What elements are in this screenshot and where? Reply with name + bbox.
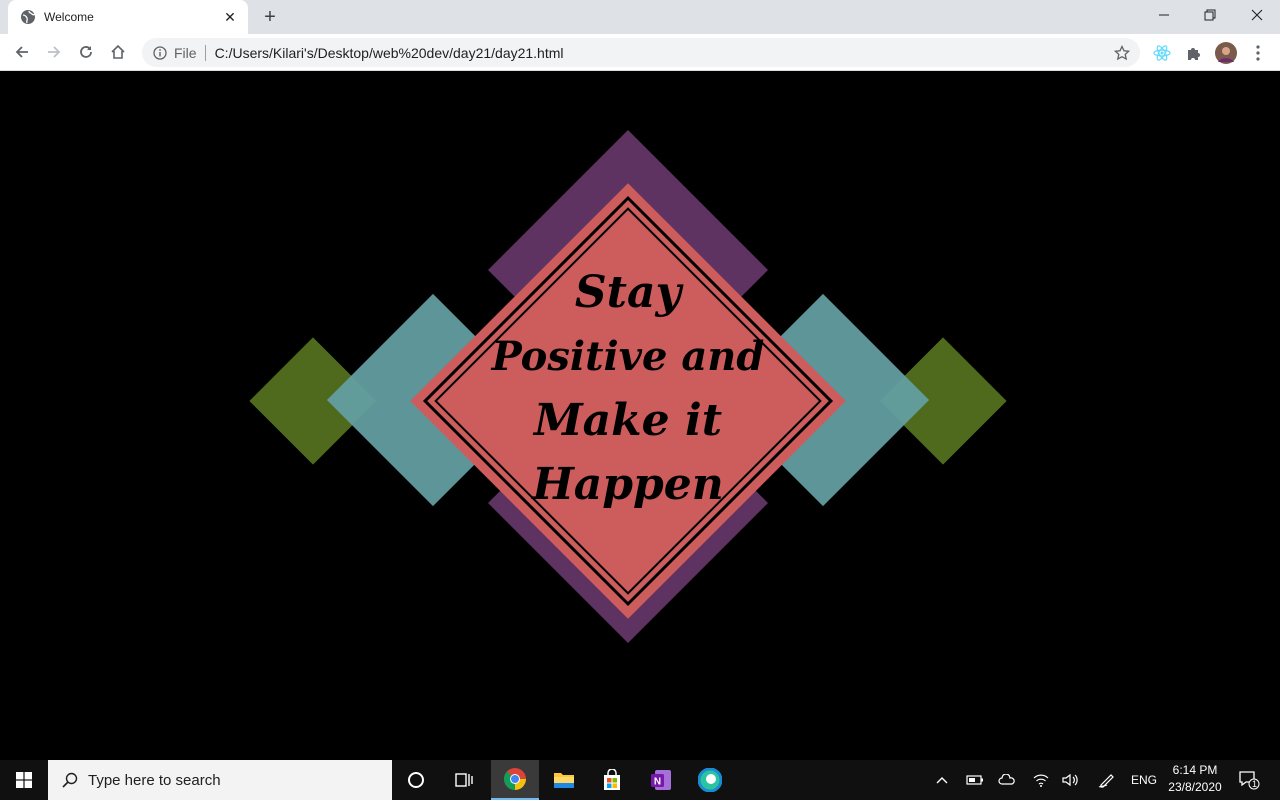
- windows-taskbar: Type here to search N ENG 6:14 PM 23/8/2…: [0, 760, 1280, 800]
- clock-time: 6:14 PM: [1172, 763, 1218, 777]
- address-scheme: File: [174, 44, 197, 61]
- tab-close-icon[interactable]: ✕: [222, 9, 238, 25]
- task-view-icon[interactable]: [440, 760, 488, 800]
- home-button[interactable]: [104, 38, 132, 66]
- menu-kebab-icon[interactable]: [1247, 42, 1269, 64]
- page-viewport: Stay Positive and Make it Happen: [0, 71, 1280, 760]
- show-hidden-icons-chevron-up-icon[interactable]: [930, 760, 954, 800]
- windows-logo-icon: [16, 772, 32, 788]
- svg-text:N: N: [654, 777, 661, 788]
- forward-button[interactable]: [40, 38, 68, 66]
- onenote-icon[interactable]: N: [637, 760, 685, 800]
- input-language[interactable]: ENG: [1128, 760, 1160, 800]
- address-url[interactable]: C:/Users/Kilari's/Desktop/web%20dev/day2…: [215, 45, 1110, 61]
- tab-strip: Welcome ✕ +: [0, 0, 1280, 34]
- arrow-left-icon: [15, 46, 28, 58]
- browser-toolbar: File C:/Users/Kilari's/Desktop/web%20dev…: [0, 34, 1280, 71]
- arrow-right-icon: [48, 46, 61, 58]
- store-icon[interactable]: [588, 760, 636, 800]
- bookmark-star-icon[interactable]: [1110, 41, 1134, 65]
- taskbar-search-box[interactable]: Type here to search: [48, 760, 392, 800]
- profile-avatar[interactable]: [1215, 42, 1237, 64]
- search-icon: [62, 772, 78, 788]
- chrome-icon[interactable]: [491, 760, 539, 800]
- restore-button[interactable]: [1187, 0, 1233, 30]
- address-bar[interactable]: File C:/Users/Kilari's/Desktop/web%20dev…: [142, 38, 1140, 67]
- close-window-button[interactable]: [1234, 0, 1280, 30]
- quote-line-3: Make it: [533, 395, 723, 446]
- action-center-notification-icon[interactable]: 1: [1234, 760, 1264, 800]
- address-separator: [204, 44, 206, 61]
- windows-start-button[interactable]: [0, 760, 48, 800]
- clock-date: 23/8/2020: [1168, 780, 1222, 794]
- quote-text: Stay Positive and Make it Happen: [478, 261, 778, 517]
- search-placeholder: Type here to search: [88, 771, 221, 789]
- reload-button[interactable]: [72, 38, 100, 66]
- edge-icon[interactable]: [686, 760, 734, 800]
- extensions-puzzle-icon[interactable]: [1183, 42, 1205, 64]
- system-clock[interactable]: 6:14 PM 23/8/2020: [1160, 762, 1230, 796]
- new-tab-button[interactable]: +: [258, 5, 282, 29]
- back-button[interactable]: [8, 38, 36, 66]
- notification-count: 1: [1252, 779, 1258, 789]
- cortana-icon[interactable]: [392, 760, 440, 800]
- battery-icon[interactable]: [962, 760, 988, 800]
- wifi-icon[interactable]: [1028, 760, 1054, 800]
- globe-icon: [20, 9, 36, 25]
- reload-icon: [80, 46, 92, 58]
- volume-icon[interactable]: [1058, 760, 1084, 800]
- home-icon: [111, 44, 125, 59]
- pen-workspace-icon[interactable]: [1094, 760, 1120, 800]
- browser-tab[interactable]: Welcome ✕: [8, 0, 248, 34]
- minimize-button[interactable]: [1141, 0, 1187, 30]
- info-icon[interactable]: [152, 45, 168, 61]
- quote-line-4: Happen: [532, 459, 724, 510]
- onedrive-cloud-icon[interactable]: [994, 760, 1020, 800]
- quote-line-1: Stay: [574, 267, 682, 318]
- tab-title: Welcome: [44, 10, 94, 24]
- quote-line-2: Positive and: [491, 333, 765, 380]
- file-explorer-icon[interactable]: [540, 760, 588, 800]
- react-devtools-icon[interactable]: [1151, 42, 1173, 64]
